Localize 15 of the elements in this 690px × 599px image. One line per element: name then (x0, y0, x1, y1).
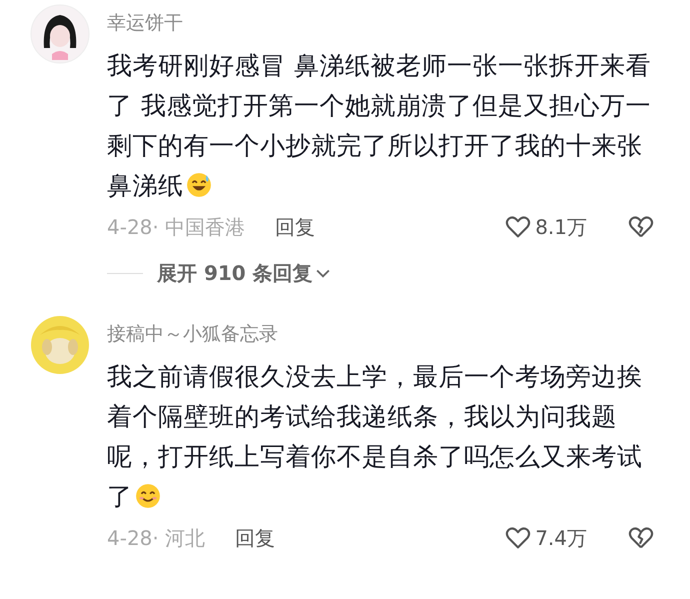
username[interactable]: 幸运饼干 (107, 4, 183, 36)
like-count: 7.4万 (535, 524, 587, 552)
username[interactable]: 接稿中～小狐备忘录 (107, 315, 278, 347)
reply-button[interactable]: 回复 (235, 524, 276, 552)
chevron-down-icon (316, 268, 330, 278)
avatar[interactable] (30, 4, 90, 64)
comment-text: 我之前请假很久没去上学，最后一个考场旁边挨着个隔壁班的考试给我递纸条，我以为问我题呢，打开纸上写着你不是自杀了吗怎么又来考试了 (107, 361, 644, 513)
expand-replies-button[interactable]: 展开 910 条回复 (157, 260, 330, 287)
like-count: 8.1万 (535, 214, 587, 240)
grinning-sweat-emoji-icon (186, 172, 212, 198)
reply-button[interactable]: 回复 (275, 214, 316, 240)
date-location: 4-28· 河北 (107, 524, 206, 552)
date-location: 4-28· 中国香港 (107, 214, 246, 240)
smile-emoji-icon (134, 483, 160, 509)
comment-text: 我考研刚好感冒 鼻涕纸被老师一张一张拆开来看了 我感觉打开第一个她就崩溃了但是又担心万一剩下的有一个小抄就完了所以打开了我的十来张鼻涕纸 (107, 50, 652, 202)
